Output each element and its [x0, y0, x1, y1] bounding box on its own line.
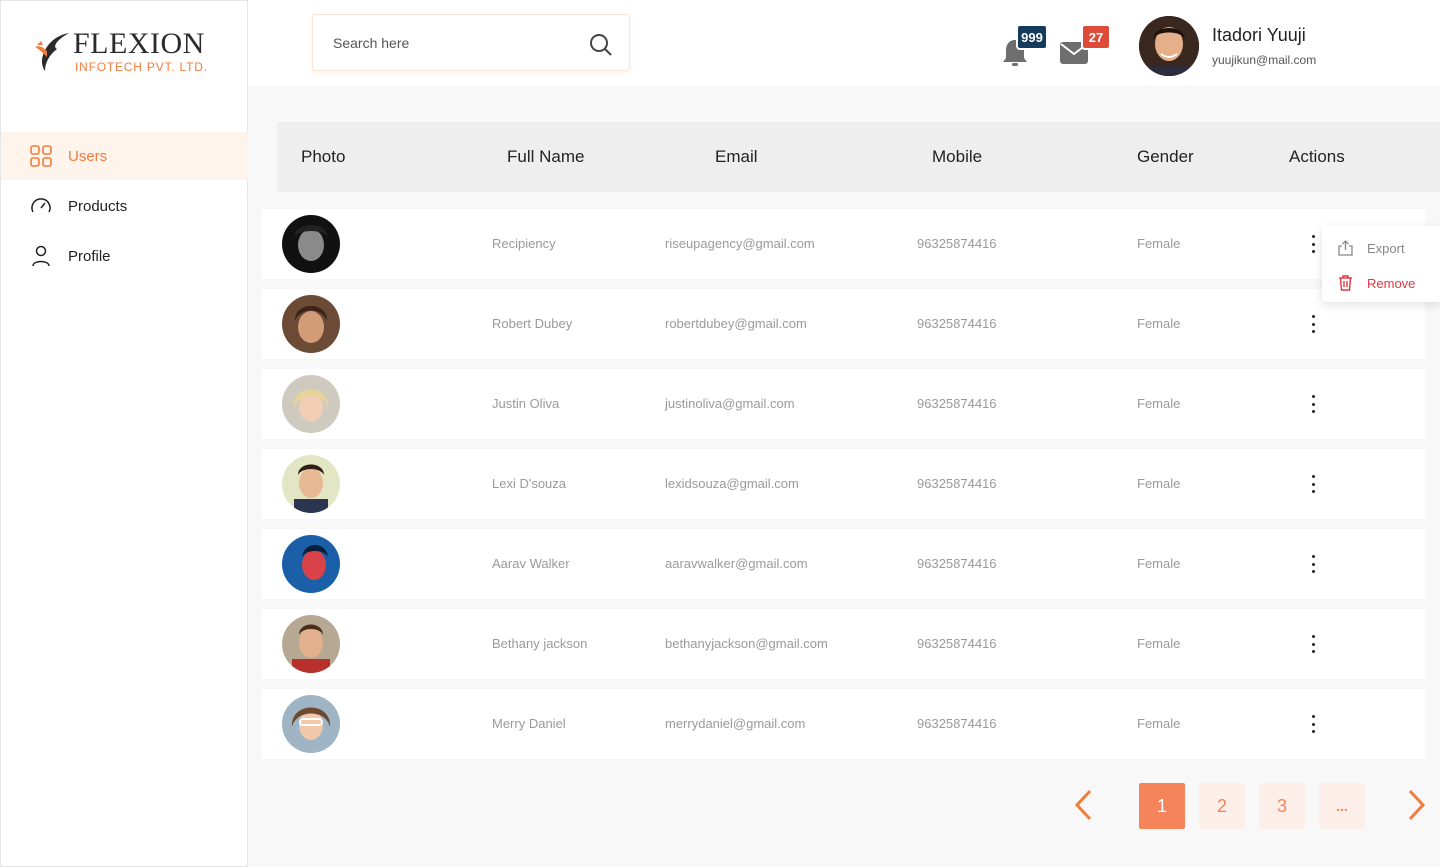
column-header-full-name: Full Name	[507, 147, 585, 166]
user-photo	[282, 295, 340, 353]
more-actions-icon[interactable]	[1306, 313, 1320, 335]
cell-gender: Female	[1137, 476, 1181, 491]
notification-count-badge: 999	[1016, 24, 1048, 50]
user-email: yuujikun@mail.com	[1212, 53, 1317, 67]
user-photo	[282, 215, 340, 273]
cell-full-name: Aarav Walker	[492, 556, 570, 571]
cell-full-name: Merry Daniel	[492, 716, 566, 731]
brand-subtitle: INFOTECH PVT. LTD.	[75, 60, 208, 74]
sidebar-item-label: Profile	[68, 247, 111, 265]
more-actions-icon[interactable]	[1306, 633, 1320, 655]
cell-full-name: Lexi D'souza	[492, 476, 567, 491]
cell-gender: Female	[1137, 316, 1181, 331]
cell-mobile: 96325874416	[917, 236, 997, 251]
search-icon[interactable]	[589, 33, 613, 62]
user-name: Itadori Yuuji	[1212, 25, 1306, 45]
cell-mobile: 96325874416	[917, 716, 997, 731]
message-count-badge: 27	[1081, 24, 1111, 50]
column-header-photo: Photo	[301, 147, 346, 166]
user-photo	[282, 695, 340, 753]
more-actions-icon[interactable]	[1306, 393, 1320, 415]
export-menu-item[interactable]: Export	[1338, 240, 1405, 256]
sidebar-item-profile[interactable]: Profile	[1, 232, 248, 280]
sidebar-nav: Users Products Profile	[1, 132, 248, 282]
sidebar: FLEXION INFOTECH PVT. LTD. Users Product…	[0, 0, 248, 867]
trash-icon	[1339, 275, 1352, 291]
sidebar-item-products[interactable]: Products	[1, 182, 248, 230]
page-button[interactable]: 3	[1259, 783, 1305, 829]
cell-mobile: 96325874416	[917, 636, 997, 651]
column-header-actions: Actions	[1289, 147, 1345, 166]
cell-mobile: 96325874416	[917, 396, 997, 411]
previous-page-icon[interactable]	[1072, 788, 1094, 827]
column-header-gender: Gender	[1137, 147, 1194, 166]
table-row: Recipiency riseupagency@gmail.com 963258…	[262, 209, 1425, 279]
cell-full-name: Justin Oliva	[492, 396, 560, 411]
page-ellipsis-button[interactable]: ...	[1319, 783, 1365, 829]
user-avatar[interactable]	[1139, 16, 1199, 76]
more-actions-icon[interactable]	[1306, 553, 1320, 575]
cell-gender: Female	[1137, 236, 1181, 251]
remove-menu-item[interactable]: Remove	[1338, 275, 1415, 291]
export-icon	[1338, 240, 1353, 256]
user-photo	[282, 375, 340, 433]
page-button[interactable]: 2	[1199, 783, 1245, 829]
table-row: Bethany jackson bethanyjackson@gmail.com…	[262, 609, 1425, 679]
table-row: Justin Oliva justinoliva@gmail.com 96325…	[262, 369, 1425, 439]
cell-gender: Female	[1137, 716, 1181, 731]
more-actions-icon[interactable]	[1306, 713, 1320, 735]
cell-gender: Female	[1137, 636, 1181, 651]
cell-email: justinoliva@gmail.com	[665, 396, 795, 411]
next-page-icon[interactable]	[1406, 788, 1428, 827]
cell-gender: Female	[1137, 556, 1181, 571]
brand-name: FLEXION	[73, 27, 205, 60]
column-header-email: Email	[715, 147, 758, 166]
cell-email: lexidsouza@gmail.com	[665, 476, 799, 491]
table-header: Photo Full Name Email Mobile Gender Acti…	[277, 122, 1440, 192]
export-label: Export	[1367, 240, 1405, 256]
more-actions-icon[interactable]	[1306, 473, 1320, 495]
table-row: Merry Daniel merrydaniel@gmail.com 96325…	[262, 689, 1425, 759]
column-header-mobile: Mobile	[932, 147, 983, 166]
actions-dropdown-menu: Export Remove	[1322, 226, 1440, 302]
cell-email: aaravwalker@gmail.com	[665, 556, 808, 571]
cell-gender: Female	[1137, 396, 1181, 411]
cell-full-name: Bethany jackson	[492, 636, 588, 651]
cell-email: riseupagency@gmail.com	[665, 236, 815, 251]
cell-full-name: Recipiency	[492, 236, 556, 251]
page-button[interactable]: 1	[1139, 783, 1185, 829]
table-row: Lexi D'souza lexidsouza@gmail.com 963258…	[262, 449, 1425, 519]
cell-email: merrydaniel@gmail.com	[665, 716, 806, 731]
flexion-logo-icon	[35, 33, 69, 71]
more-actions-icon[interactable]	[1306, 233, 1320, 255]
cell-mobile: 96325874416	[917, 556, 997, 571]
search-input[interactable]	[333, 32, 573, 54]
user-icon	[29, 244, 53, 268]
cell-email: bethanyjackson@gmail.com	[665, 636, 828, 651]
gauge-icon	[29, 194, 53, 218]
table-row: Aarav Walker aaravwalker@gmail.com 96325…	[262, 529, 1425, 599]
remove-label: Remove	[1367, 275, 1416, 291]
sidebar-item-label: Products	[68, 197, 128, 215]
grid-icon	[29, 144, 53, 168]
sidebar-item-users[interactable]: Users	[1, 132, 248, 180]
top-header: 999 27 Itadori Yuuji yuujikun@mail.com	[248, 0, 1440, 86]
sidebar-item-label: Users	[68, 147, 108, 165]
table-row: Robert Dubey robertdubey@gmail.com 96325…	[262, 289, 1425, 359]
user-photo	[282, 535, 340, 593]
cell-full-name: Robert Dubey	[492, 316, 573, 331]
user-photo	[282, 455, 340, 513]
cell-mobile: 96325874416	[917, 316, 997, 331]
cell-email: robertdubey@gmail.com	[665, 316, 807, 331]
user-photo	[282, 615, 340, 673]
search-box	[312, 14, 630, 71]
brand-logo[interactable]: FLEXION INFOTECH PVT. LTD.	[31, 27, 221, 77]
cell-mobile: 96325874416	[917, 476, 997, 491]
